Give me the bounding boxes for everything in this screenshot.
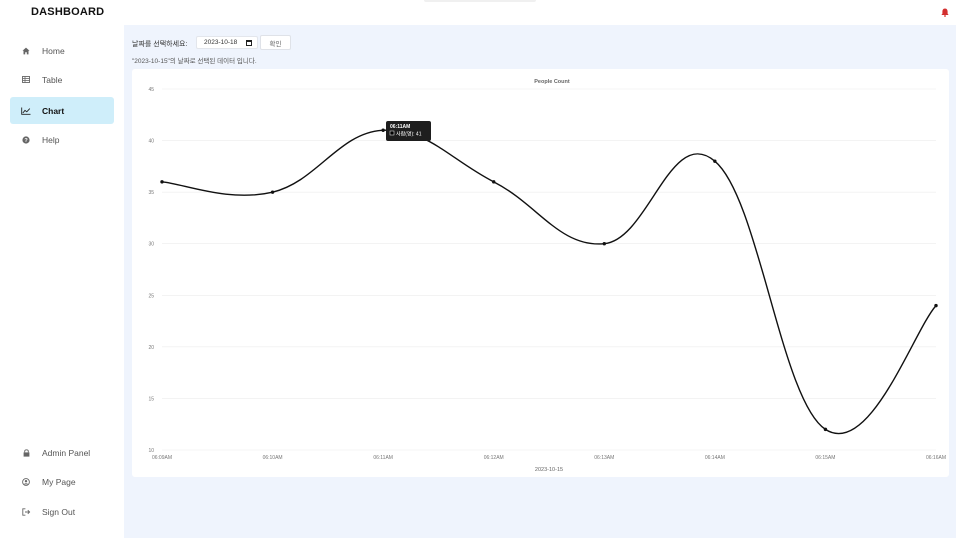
data-point[interactable]	[160, 180, 164, 184]
home-icon	[20, 45, 32, 57]
y-tick-label: 30	[148, 242, 154, 248]
data-point[interactable]	[934, 303, 938, 308]
main-content: 날짜를 선택하세요: 2023-10-18 확인 "2023-10-15"의 날…	[124, 25, 956, 538]
selected-date-info: "2023-10-15"의 날짜로 선택된 데이터 입니다.	[132, 58, 257, 65]
tooltip-swatch	[389, 130, 395, 136]
brand-title: DASHBOARD	[31, 6, 105, 18]
sidebar-item-label: Sign Out	[42, 506, 76, 517]
x-tick-label: 06:10AM	[263, 455, 283, 461]
date-input[interactable]: 2023-10-18	[196, 36, 258, 49]
tooltip-label: 사람(명): 41	[396, 131, 422, 138]
data-point[interactable]	[823, 427, 828, 432]
tooltip-title: 06:11AM	[390, 124, 410, 130]
y-tick-label: 15	[148, 396, 154, 402]
x-axis-title: 2023-10-15	[535, 467, 563, 473]
top-bar: DASHBOARD	[0, 0, 956, 25]
sidebar-item-home[interactable]: Home	[10, 37, 114, 64]
data-point[interactable]	[492, 180, 496, 184]
sidebar-item-table[interactable]: Table	[10, 66, 114, 93]
data-point[interactable]	[602, 242, 606, 246]
x-tick-label: 06:09AM	[152, 455, 172, 461]
sidebar-item-label: Home	[42, 45, 65, 56]
series-line	[161, 129, 937, 434]
y-tick-label: 25	[148, 293, 154, 299]
y-tick-label: 10	[148, 448, 154, 454]
sidebar-item-label: My Page	[42, 476, 76, 487]
x-tick-label: 06:14AM	[705, 455, 725, 461]
top-bar-handle	[424, 0, 536, 2]
chart-tooltip: 06:11AM 사람(명): 41	[386, 121, 431, 141]
chart-card: People Count 2023-10-15 10 15 20 25 30 35 40 45…	[132, 69, 949, 477]
user-circle-icon	[20, 476, 32, 488]
help-icon: ?	[20, 134, 32, 146]
sidebar-item-help[interactable]: ? Help	[10, 126, 114, 153]
x-tick-label: 06:11AM	[373, 455, 393, 461]
x-tick-label: 06:16AM	[926, 455, 946, 461]
sidebar-item-label: Table	[42, 74, 63, 85]
sidebar-item-label: Help	[42, 134, 60, 145]
chart-title: People Count	[534, 79, 570, 85]
table-icon	[20, 74, 32, 86]
sidebar-item-label: Admin Panel	[42, 447, 91, 458]
x-tick-label: 06:15AM	[815, 455, 835, 461]
people-count-chart: People Count 2023-10-15 10 15 20 25 30 35 40 45…	[148, 79, 946, 473]
chart-line-icon	[20, 105, 32, 117]
confirm-button[interactable]: 확인	[260, 35, 291, 50]
x-tick-label: 06:13AM	[594, 455, 614, 461]
lock-icon	[20, 447, 32, 459]
y-tick-label: 20	[148, 345, 154, 351]
sidebar-item-admin-panel[interactable]: Admin Panel	[10, 439, 114, 466]
sidebar-item-chart[interactable]: Chart	[10, 97, 114, 124]
data-point[interactable]	[270, 190, 275, 194]
sign-out-icon	[20, 506, 32, 518]
y-tick-label: 40	[148, 139, 154, 145]
data-point[interactable]	[381, 128, 385, 132]
sidebar-item-my-page[interactable]: My Page	[10, 468, 114, 495]
data-point[interactable]	[713, 159, 717, 163]
sidebar-item-sign-out[interactable]: Sign Out	[10, 498, 114, 525]
calendar-icon[interactable]	[246, 40, 252, 46]
x-tick-label: 06:12AM	[484, 455, 504, 461]
y-tick-label: 45	[148, 87, 154, 93]
bell-icon[interactable]	[941, 8, 949, 17]
sidebar-item-label: Chart	[42, 105, 65, 116]
y-tick-label: 35	[148, 190, 154, 196]
date-input-value: 2023-10-18	[204, 39, 238, 46]
date-select-label: 날짜를 선택하세요:	[132, 41, 188, 48]
sidebar: Home Table Chart ? Help Admin Panel My P…	[0, 25, 124, 538]
